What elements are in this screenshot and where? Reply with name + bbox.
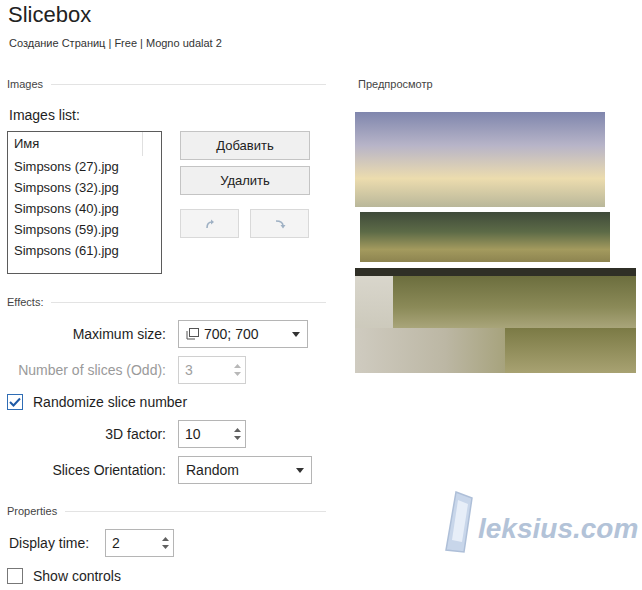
field-row: 3D factor: 10 xyxy=(0,420,326,448)
section-header: Images xyxy=(0,76,326,92)
checkbox[interactable] xyxy=(7,568,23,584)
list-item[interactable]: Simpsons (32).jpg xyxy=(8,177,161,198)
number-spinner[interactable]: 10 xyxy=(178,420,246,448)
remove-button[interactable]: Удалить xyxy=(180,166,310,195)
checkbox-row[interactable]: Randomize slice number xyxy=(0,392,326,412)
properties-fields: Display time:2 Show controls xyxy=(0,529,326,586)
spinner-value[interactable]: 2 xyxy=(106,530,157,556)
move-buttons xyxy=(180,209,310,238)
image-buttons: Добавить Удалить xyxy=(180,131,310,274)
checkbox[interactable] xyxy=(7,394,23,410)
chevron-down-icon xyxy=(292,332,300,337)
grass-slice xyxy=(393,276,636,328)
dropdown-value[interactable]: 700; 700 xyxy=(204,321,259,347)
list-item[interactable]: Simpsons (27).jpg xyxy=(8,156,161,177)
column-header[interactable]: Имя xyxy=(8,132,143,156)
move-down-button[interactable] xyxy=(250,209,309,238)
down-arrow-icon xyxy=(162,545,169,549)
watermark: leksius.com xyxy=(442,490,638,554)
field-label: Slices Orientation: xyxy=(7,461,166,479)
dropdown-value[interactable]: Random xyxy=(186,457,239,483)
dropdown[interactable]: 700; 700 xyxy=(178,320,308,348)
field-label: Display time: xyxy=(9,534,105,552)
arrow-up-icon xyxy=(204,218,216,230)
arrow-down-icon xyxy=(274,218,286,230)
app-title: Slicebox xyxy=(0,0,642,30)
sky-slice xyxy=(355,112,605,207)
preview-column: Предпросмотр xyxy=(326,76,642,586)
number-spinner[interactable]: 2 xyxy=(105,529,174,557)
up-arrow-icon xyxy=(234,428,241,432)
spinner-value[interactable]: 3 xyxy=(179,357,229,383)
section-line xyxy=(51,302,326,303)
size-icon xyxy=(186,328,199,340)
field-row: Maximum size: 700; 700 xyxy=(0,320,326,348)
main-area: ImagesImages list:ИмяSimpsons (27).jpgSi… xyxy=(0,76,642,586)
logo-icon xyxy=(442,490,476,554)
section-title: Properties xyxy=(7,503,57,519)
section-header: Properties xyxy=(0,503,326,519)
dropdown[interactable]: Random xyxy=(178,456,312,484)
section-line xyxy=(51,84,326,85)
checkbox-row[interactable]: Show controls xyxy=(0,566,326,586)
effects-fields: Maximum size: 700; 700 Number of slices (O… xyxy=(0,320,326,484)
field-label: Maximum size: xyxy=(7,325,166,343)
images-list-label: Images list: xyxy=(0,106,326,124)
up-arrow-icon xyxy=(234,364,241,368)
app-root: Slicebox Создание Страниц | Free | Mogno … xyxy=(0,0,642,586)
spinner-value[interactable]: 10 xyxy=(179,421,229,447)
section-header: Effects: xyxy=(0,294,326,310)
preview-image xyxy=(355,112,636,373)
spinner-arrows[interactable] xyxy=(229,421,245,447)
up-arrow-icon xyxy=(162,537,169,541)
number-spinner[interactable]: 3 xyxy=(178,356,246,384)
add-button[interactable]: Добавить xyxy=(180,131,310,160)
meadow-slice xyxy=(505,328,636,373)
list-item[interactable]: Simpsons (61).jpg xyxy=(8,240,161,261)
list-header: Имя xyxy=(8,132,161,156)
list-item[interactable]: Simpsons (40).jpg xyxy=(8,198,161,219)
checkbox-label[interactable]: Show controls xyxy=(33,567,121,585)
down-arrow-icon xyxy=(234,372,241,376)
down-arrow-icon xyxy=(234,436,241,440)
settings-column: ImagesImages list:ИмяSimpsons (27).jpgSi… xyxy=(0,76,326,586)
images-row: ИмяSimpsons (27).jpgSimpsons (32).jpgSim… xyxy=(0,131,326,274)
preview-title: Предпросмотр xyxy=(355,76,642,92)
field-row: Number of slices (Odd): 3 xyxy=(0,356,326,384)
spinner-arrows[interactable] xyxy=(229,357,245,383)
field-row: Display time:2 xyxy=(0,529,326,557)
watermark-text: leksius.com xyxy=(478,512,638,546)
list-item[interactable]: Simpsons (59).jpg xyxy=(8,219,161,240)
checkmark-icon xyxy=(9,397,21,407)
slice-top-face xyxy=(355,268,636,276)
app-subtitle: Создание Страниц | Free | Mogno udalat 2 xyxy=(0,36,642,50)
field-label: 3D factor: xyxy=(7,425,166,443)
images-list[interactable]: ИмяSimpsons (27).jpgSimpsons (32).jpgSim… xyxy=(7,131,162,274)
road-slice xyxy=(355,328,505,373)
spinner-arrows[interactable] xyxy=(157,530,173,556)
field-label: Number of slices (Odd): xyxy=(7,361,166,379)
move-up-button[interactable] xyxy=(180,209,239,238)
section-title: Images xyxy=(7,76,43,92)
section-line xyxy=(65,511,326,512)
field-row: Slices Orientation: Random xyxy=(0,456,326,484)
section-title: Effects: xyxy=(7,294,43,310)
chevron-down-icon xyxy=(296,468,304,473)
field-slice xyxy=(360,212,610,262)
checkbox-label[interactable]: Randomize slice number xyxy=(33,393,187,411)
